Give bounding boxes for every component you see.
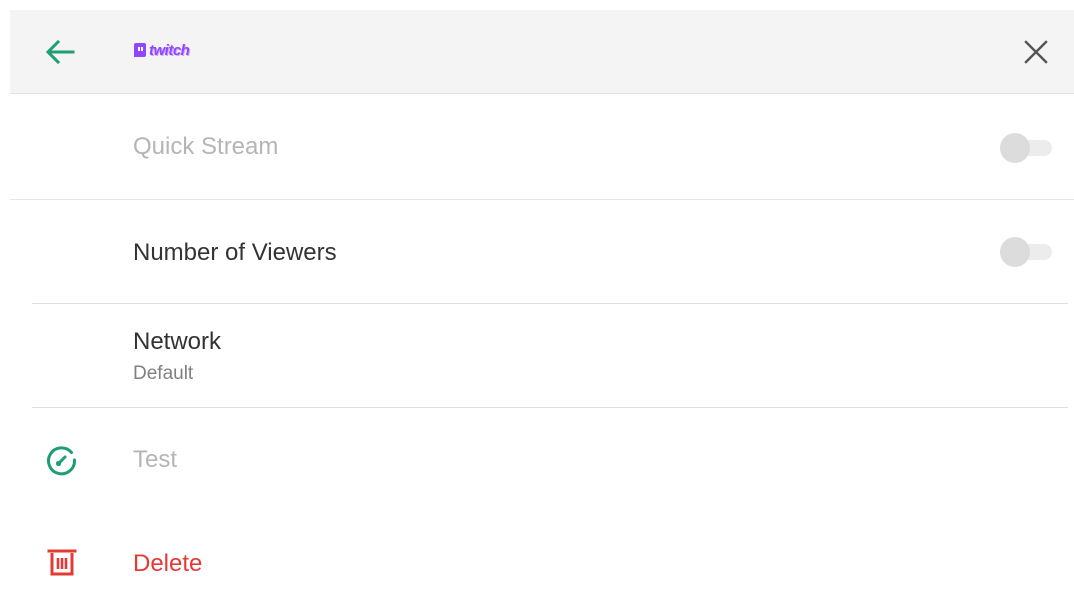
twitch-glyph-icon xyxy=(134,43,146,57)
number-of-viewers-label: Number of Viewers xyxy=(133,239,337,266)
back-button[interactable] xyxy=(40,34,80,70)
toggle-thumb xyxy=(1000,133,1030,163)
logo-text: twitch xyxy=(149,41,190,59)
trash-icon xyxy=(46,546,78,578)
delete-label: Delete xyxy=(133,550,203,577)
delete-action-row[interactable]: Delete xyxy=(10,510,1074,607)
header-bar: twitch xyxy=(10,10,1074,94)
toggle-thumb xyxy=(1000,237,1030,267)
settings-screen: twitch Quick Stream Number of Viewers Ne… xyxy=(0,0,1074,607)
speedometer-icon xyxy=(46,444,78,476)
number-of-viewers-row: Number of Viewers xyxy=(10,200,1074,303)
quick-stream-label: Quick Stream xyxy=(133,133,279,160)
close-button[interactable] xyxy=(1018,34,1054,70)
test-label: Test xyxy=(133,446,178,473)
quick-stream-toggle[interactable] xyxy=(1000,133,1056,163)
test-action-row[interactable]: Test xyxy=(10,408,1074,508)
close-icon xyxy=(1024,40,1048,64)
network-value: Default xyxy=(133,363,194,384)
network-row[interactable]: Network Default xyxy=(10,304,1074,407)
arrow-left-icon xyxy=(45,39,75,65)
quick-stream-row: Quick Stream xyxy=(10,95,1074,199)
twitch-logo: twitch xyxy=(134,37,190,63)
network-label: Network xyxy=(133,328,222,355)
number-of-viewers-toggle[interactable] xyxy=(1000,237,1056,267)
